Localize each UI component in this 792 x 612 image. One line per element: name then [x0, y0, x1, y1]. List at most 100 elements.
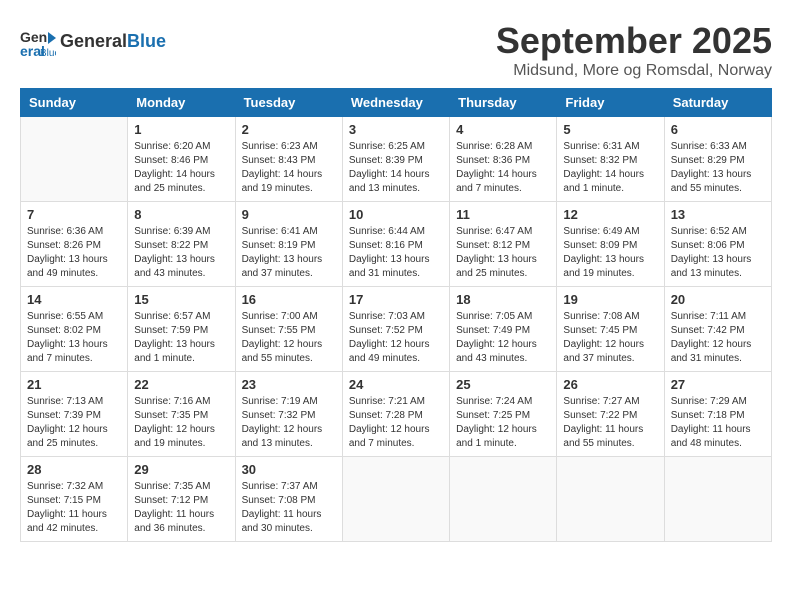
logo: Gen eral Blue GeneralBlue: [20, 24, 166, 60]
calendar-header-row: Sunday Monday Tuesday Wednesday Thursday…: [21, 89, 772, 117]
table-row: 18 Sunrise: 7:05 AM Sunset: 7:49 PM Dayli…: [450, 287, 557, 372]
day-info: Sunrise: 6:31 AM Sunset: 8:32 PM Dayligh…: [563, 140, 657, 196]
day-number: 3: [349, 122, 443, 137]
day-number: 29: [134, 462, 228, 477]
day-info: Sunrise: 6:44 AM Sunset: 8:16 PM Dayligh…: [349, 225, 443, 281]
day-number: 23: [242, 377, 336, 392]
day-info: Sunrise: 7:00 AM Sunset: 7:55 PM Dayligh…: [242, 310, 336, 366]
table-row: 5 Sunrise: 6:31 AM Sunset: 8:32 PM Daylig…: [557, 117, 664, 202]
table-row: [664, 457, 771, 542]
table-row: 27 Sunrise: 7:29 AM Sunset: 7:18 PM Dayli…: [664, 372, 771, 457]
day-info: Sunrise: 7:05 AM Sunset: 7:49 PM Dayligh…: [456, 310, 550, 366]
day-number: 27: [671, 377, 765, 392]
table-row: 11 Sunrise: 6:47 AM Sunset: 8:12 PM Dayli…: [450, 202, 557, 287]
table-row: 30 Sunrise: 7:37 AM Sunset: 7:08 PM Dayli…: [235, 457, 342, 542]
calendar-week-row: 1 Sunrise: 6:20 AM Sunset: 8:46 PM Daylig…: [21, 117, 772, 202]
table-row: [342, 457, 449, 542]
day-number: 11: [456, 207, 550, 222]
col-thursday: Thursday: [450, 89, 557, 117]
day-info: Sunrise: 7:21 AM Sunset: 7:28 PM Dayligh…: [349, 395, 443, 451]
table-row: 6 Sunrise: 6:33 AM Sunset: 8:29 PM Daylig…: [664, 117, 771, 202]
day-number: 8: [134, 207, 228, 222]
day-number: 10: [349, 207, 443, 222]
day-number: 18: [456, 292, 550, 307]
header: Gen eral Blue GeneralBlue September 2025…: [20, 20, 772, 80]
calendar-week-row: 14Sunrise: 6:55 AM Sunset: 8:02 PM Dayli…: [21, 287, 772, 372]
calendar-week-row: 7Sunrise: 6:36 AM Sunset: 8:26 PM Daylig…: [21, 202, 772, 287]
col-friday: Friday: [557, 89, 664, 117]
table-row: 29 Sunrise: 7:35 AM Sunset: 7:12 PM Dayli…: [128, 457, 235, 542]
logo-text-line1: GeneralBlue: [60, 32, 166, 52]
day-info: Sunrise: 6:23 AM Sunset: 8:43 PM Dayligh…: [242, 140, 336, 196]
day-number: 5: [563, 122, 657, 137]
table-row: 13 Sunrise: 6:52 AM Sunset: 8:06 PM Dayli…: [664, 202, 771, 287]
location-title: Midsund, More og Romsdal, Norway: [496, 62, 772, 80]
table-row: 23 Sunrise: 7:19 AM Sunset: 7:32 PM Dayli…: [235, 372, 342, 457]
table-row: 12 Sunrise: 6:49 AM Sunset: 8:09 PM Dayli…: [557, 202, 664, 287]
month-title: September 2025: [496, 20, 772, 62]
day-info: Sunrise: 6:25 AM Sunset: 8:39 PM Dayligh…: [349, 140, 443, 196]
day-info: Sunrise: 7:32 AM Sunset: 7:15 PM Dayligh…: [27, 480, 121, 536]
day-info: Sunrise: 6:49 AM Sunset: 8:09 PM Dayligh…: [563, 225, 657, 281]
day-info: Sunrise: 7:27 AM Sunset: 7:22 PM Dayligh…: [563, 395, 657, 451]
day-number: 28: [27, 462, 121, 477]
day-info: Sunrise: 6:55 AM Sunset: 8:02 PM Dayligh…: [27, 310, 121, 366]
day-info: Sunrise: 7:03 AM Sunset: 7:52 PM Dayligh…: [349, 310, 443, 366]
table-row: 7Sunrise: 6:36 AM Sunset: 8:26 PM Daylig…: [21, 202, 128, 287]
calendar-table: Sunday Monday Tuesday Wednesday Thursday…: [20, 88, 772, 542]
day-number: 2: [242, 122, 336, 137]
day-info: Sunrise: 6:33 AM Sunset: 8:29 PM Dayligh…: [671, 140, 765, 196]
table-row: 17Sunrise: 7:03 AM Sunset: 7:52 PM Dayli…: [342, 287, 449, 372]
day-number: 30: [242, 462, 336, 477]
day-number: 9: [242, 207, 336, 222]
day-info: Sunrise: 7:19 AM Sunset: 7:32 PM Dayligh…: [242, 395, 336, 451]
day-info: Sunrise: 6:39 AM Sunset: 8:22 PM Dayligh…: [134, 225, 228, 281]
day-info: Sunrise: 6:41 AM Sunset: 8:19 PM Dayligh…: [242, 225, 336, 281]
table-row: 26 Sunrise: 7:27 AM Sunset: 7:22 PM Dayli…: [557, 372, 664, 457]
table-row: 10 Sunrise: 6:44 AM Sunset: 8:16 PM Dayli…: [342, 202, 449, 287]
title-area: September 2025 Midsund, More og Romsdal,…: [496, 20, 772, 80]
day-info: Sunrise: 7:13 AM Sunset: 7:39 PM Dayligh…: [27, 395, 121, 451]
day-info: Sunrise: 7:35 AM Sunset: 7:12 PM Dayligh…: [134, 480, 228, 536]
day-info: Sunrise: 7:24 AM Sunset: 7:25 PM Dayligh…: [456, 395, 550, 451]
day-number: 21: [27, 377, 121, 392]
table-row: 20Sunrise: 7:11 AM Sunset: 7:42 PM Dayli…: [664, 287, 771, 372]
col-saturday: Saturday: [664, 89, 771, 117]
table-row: 16Sunrise: 7:00 AM Sunset: 7:55 PM Dayli…: [235, 287, 342, 372]
table-row: 14Sunrise: 6:55 AM Sunset: 8:02 PM Dayli…: [21, 287, 128, 372]
day-number: 1: [134, 122, 228, 137]
day-info: Sunrise: 7:11 AM Sunset: 7:42 PM Dayligh…: [671, 310, 765, 366]
day-number: 7: [27, 207, 121, 222]
table-row: 2 Sunrise: 6:23 AM Sunset: 8:43 PM Daylig…: [235, 117, 342, 202]
day-number: 15: [134, 292, 228, 307]
day-info: Sunrise: 7:08 AM Sunset: 7:45 PM Dayligh…: [563, 310, 657, 366]
table-row: 21 Sunrise: 7:13 AM Sunset: 7:39 PM Dayli…: [21, 372, 128, 457]
calendar-week-row: 28 Sunrise: 7:32 AM Sunset: 7:15 PM Dayli…: [21, 457, 772, 542]
day-number: 13: [671, 207, 765, 222]
day-number: 24: [349, 377, 443, 392]
day-number: 22: [134, 377, 228, 392]
table-row: [450, 457, 557, 542]
logo-icon: Gen eral Blue: [20, 24, 56, 60]
calendar-week-row: 21 Sunrise: 7:13 AM Sunset: 7:39 PM Dayli…: [21, 372, 772, 457]
day-number: 25: [456, 377, 550, 392]
day-number: 26: [563, 377, 657, 392]
day-number: 4: [456, 122, 550, 137]
col-wednesday: Wednesday: [342, 89, 449, 117]
table-row: 19Sunrise: 7:08 AM Sunset: 7:45 PM Dayli…: [557, 287, 664, 372]
day-info: Sunrise: 6:20 AM Sunset: 8:46 PM Dayligh…: [134, 140, 228, 196]
day-info: Sunrise: 6:52 AM Sunset: 8:06 PM Dayligh…: [671, 225, 765, 281]
day-number: 12: [563, 207, 657, 222]
col-monday: Monday: [128, 89, 235, 117]
table-row: 28 Sunrise: 7:32 AM Sunset: 7:15 PM Dayli…: [21, 457, 128, 542]
table-row: 3 Sunrise: 6:25 AM Sunset: 8:39 PM Daylig…: [342, 117, 449, 202]
table-row: [21, 117, 128, 202]
table-row: [557, 457, 664, 542]
table-row: 1 Sunrise: 6:20 AM Sunset: 8:46 PM Daylig…: [128, 117, 235, 202]
svg-text:Blue: Blue: [40, 48, 56, 59]
day-number: 6: [671, 122, 765, 137]
table-row: 22Sunrise: 7:16 AM Sunset: 7:35 PM Dayli…: [128, 372, 235, 457]
day-info: Sunrise: 7:37 AM Sunset: 7:08 PM Dayligh…: [242, 480, 336, 536]
day-info: Sunrise: 7:29 AM Sunset: 7:18 PM Dayligh…: [671, 395, 765, 451]
day-info: Sunrise: 6:47 AM Sunset: 8:12 PM Dayligh…: [456, 225, 550, 281]
